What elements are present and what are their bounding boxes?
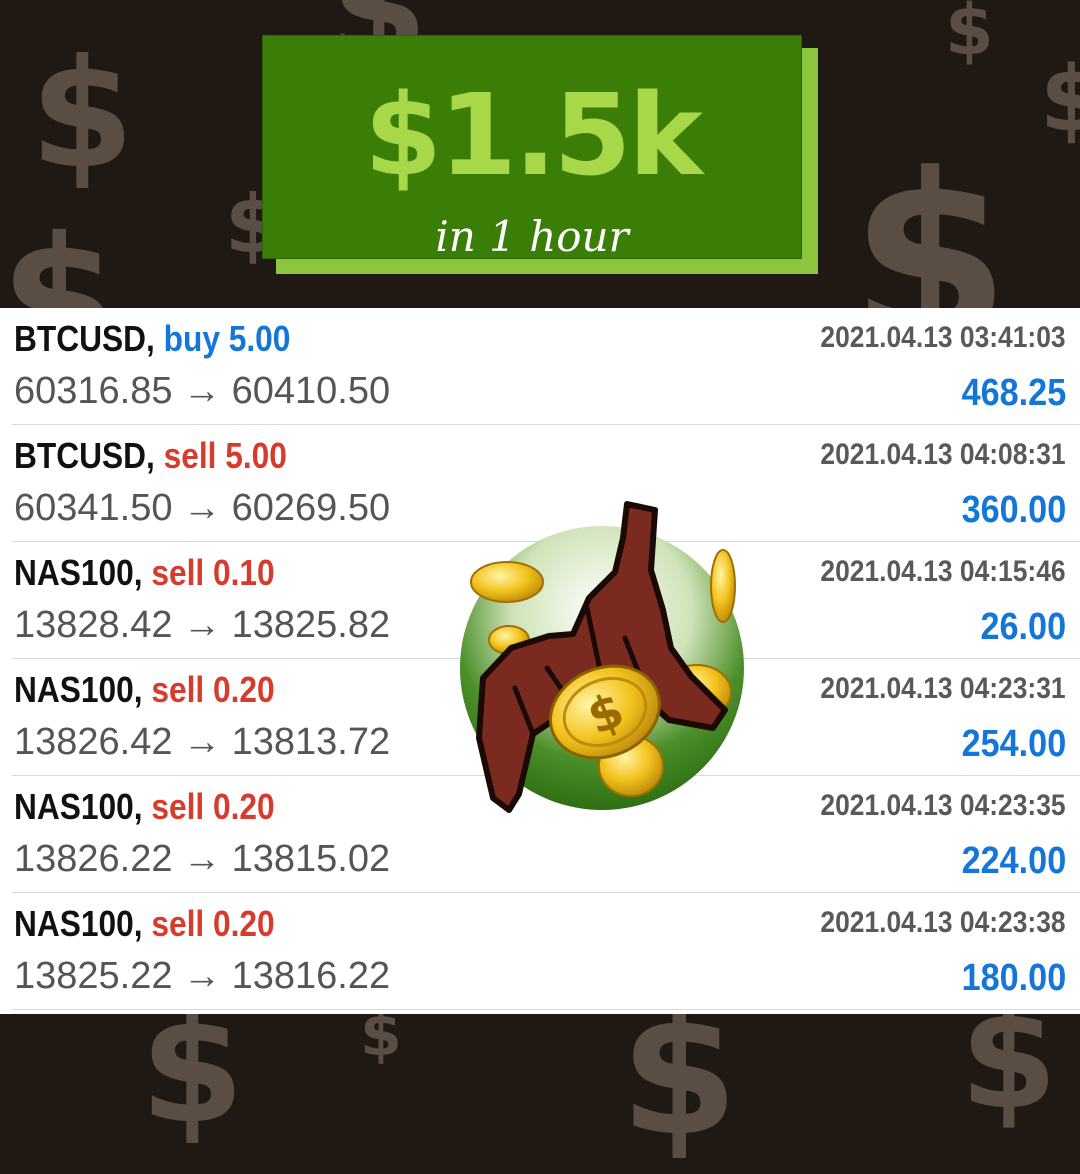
trade-side-volume: sell 0.10	[151, 552, 275, 593]
trade-profit: 468.25	[961, 372, 1066, 414]
background-dollar-icon: $	[1040, 47, 1080, 152]
trade-side-volume: sell 5.00	[163, 435, 287, 476]
background-dollar-icon: $	[140, 983, 245, 1157]
background-dollar-icon: $	[30, 28, 135, 202]
trade-symbol: BTCUSD,	[14, 318, 155, 359]
trade-prices: 13826.22 → 13815.02	[14, 838, 391, 880]
trade-side-volume: sell 0.20	[151, 903, 275, 944]
trade-symbol: NAS100,	[14, 552, 143, 593]
trade-time: 2021.04.13 04:23:35	[820, 789, 1066, 822]
trade-prices: 13826.42 → 13813.72	[14, 721, 391, 763]
headline-amount: $1.5k	[364, 71, 703, 201]
trade-prices: 60316.85 → 60410.50	[14, 370, 391, 412]
trade-profit: 224.00	[961, 840, 1066, 882]
background-dollar-icon: $	[620, 976, 739, 1174]
trade-profit: 360.00	[961, 489, 1066, 531]
trade-side-volume: sell 0.20	[151, 786, 275, 827]
trade-symbol: NAS100,	[14, 903, 143, 944]
trade-time: 2021.04.13 03:41:03	[820, 321, 1066, 354]
trade-symbol: NAS100,	[14, 669, 143, 710]
headline-banner: $1.5k in 1 hour	[262, 35, 802, 259]
trade-time: 2021.04.13 04:23:31	[820, 672, 1066, 705]
trade-row[interactable]: NAS100, sell 0.20 13825.22 → 13816.22 20…	[12, 893, 1080, 1010]
trade-prices: 13825.22 → 13816.22	[14, 955, 391, 997]
trade-profit: 180.00	[961, 957, 1066, 999]
trade-profit: 254.00	[961, 723, 1066, 765]
trade-time: 2021.04.13 04:15:46	[820, 555, 1066, 588]
trade-side-volume: buy 5.00	[163, 318, 291, 359]
trade-side-volume: sell 0.20	[151, 669, 275, 710]
trade-time: 2021.04.13 04:08:31	[820, 438, 1066, 471]
trade-time: 2021.04.13 04:23:38	[820, 906, 1066, 939]
headline-subtitle: in 1 hour	[435, 212, 629, 261]
background-dollar-icon: $	[360, 1000, 402, 1070]
trade-profit: 26.00	[980, 606, 1066, 648]
hand-grabbing-coins-icon: $	[460, 501, 744, 813]
trade-row[interactable]: BTCUSD, buy 5.00 60316.85 → 60410.50 202…	[12, 308, 1080, 425]
trade-symbol: NAS100,	[14, 786, 143, 827]
trade-prices: 60341.50 → 60269.50	[14, 487, 391, 529]
trade-prices: 13828.42 → 13825.82	[14, 604, 391, 646]
background-dollar-icon: $	[945, 0, 994, 71]
trade-symbol: BTCUSD,	[14, 435, 155, 476]
